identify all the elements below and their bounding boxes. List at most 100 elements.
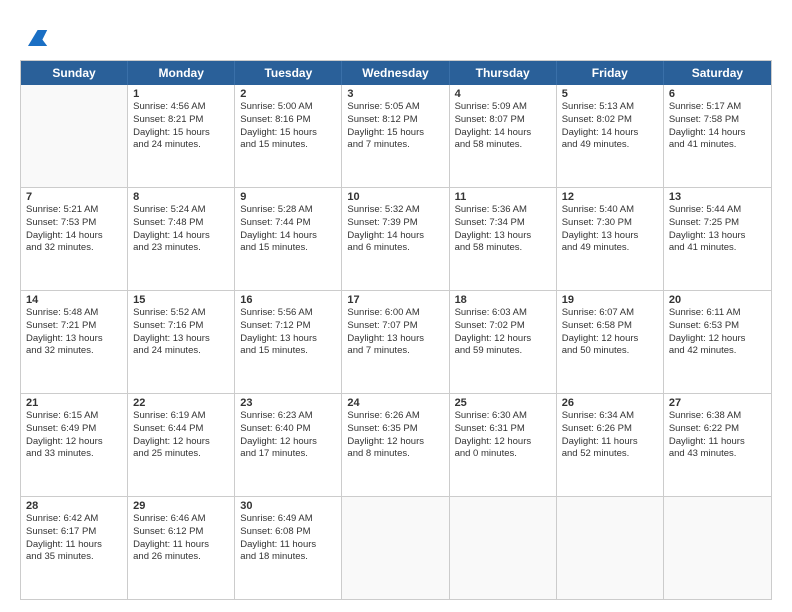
day-info: Sunrise: 6:42 AM Sunset: 6:17 PM Dayligh… xyxy=(26,513,122,564)
page: SundayMondayTuesdayWednesdayThursdayFrid… xyxy=(0,0,792,612)
logo-icon xyxy=(20,22,52,54)
day-number: 9 xyxy=(240,191,336,203)
day-info: Sunrise: 5:00 AM Sunset: 8:16 PM Dayligh… xyxy=(240,101,336,152)
day-info: Sunrise: 6:19 AM Sunset: 6:44 PM Dayligh… xyxy=(133,410,229,461)
cal-cell-24: 24Sunrise: 6:26 AM Sunset: 6:35 PM Dayli… xyxy=(342,394,449,496)
calendar: SundayMondayTuesdayWednesdayThursdayFrid… xyxy=(20,60,772,600)
day-number: 5 xyxy=(562,88,658,100)
day-number: 3 xyxy=(347,88,443,100)
day-number: 19 xyxy=(562,294,658,306)
cal-row-5: 28Sunrise: 6:42 AM Sunset: 6:17 PM Dayli… xyxy=(21,496,771,599)
day-number: 15 xyxy=(133,294,229,306)
day-info: Sunrise: 5:36 AM Sunset: 7:34 PM Dayligh… xyxy=(455,204,551,255)
day-info: Sunrise: 5:48 AM Sunset: 7:21 PM Dayligh… xyxy=(26,307,122,358)
cal-row-4: 21Sunrise: 6:15 AM Sunset: 6:49 PM Dayli… xyxy=(21,393,771,496)
cal-cell-22: 22Sunrise: 6:19 AM Sunset: 6:44 PM Dayli… xyxy=(128,394,235,496)
day-number: 20 xyxy=(669,294,766,306)
day-info: Sunrise: 5:40 AM Sunset: 7:30 PM Dayligh… xyxy=(562,204,658,255)
cal-row-3: 14Sunrise: 5:48 AM Sunset: 7:21 PM Dayli… xyxy=(21,290,771,393)
day-info: Sunrise: 5:44 AM Sunset: 7:25 PM Dayligh… xyxy=(669,204,766,255)
calendar-header: SundayMondayTuesdayWednesdayThursdayFrid… xyxy=(21,61,771,85)
day-number: 6 xyxy=(669,88,766,100)
cal-cell-20: 20Sunrise: 6:11 AM Sunset: 6:53 PM Dayli… xyxy=(664,291,771,393)
cal-cell-27: 27Sunrise: 6:38 AM Sunset: 6:22 PM Dayli… xyxy=(664,394,771,496)
logo xyxy=(20,22,56,54)
day-number: 11 xyxy=(455,191,551,203)
cal-cell-empty xyxy=(557,497,664,599)
cal-cell-23: 23Sunrise: 6:23 AM Sunset: 6:40 PM Dayli… xyxy=(235,394,342,496)
day-number: 12 xyxy=(562,191,658,203)
cal-cell-18: 18Sunrise: 6:03 AM Sunset: 7:02 PM Dayli… xyxy=(450,291,557,393)
day-info: Sunrise: 5:32 AM Sunset: 7:39 PM Dayligh… xyxy=(347,204,443,255)
cal-cell-6: 6Sunrise: 5:17 AM Sunset: 7:58 PM Daylig… xyxy=(664,85,771,187)
cal-cell-30: 30Sunrise: 6:49 AM Sunset: 6:08 PM Dayli… xyxy=(235,497,342,599)
cal-cell-7: 7Sunrise: 5:21 AM Sunset: 7:53 PM Daylig… xyxy=(21,188,128,290)
day-number: 26 xyxy=(562,397,658,409)
day-info: Sunrise: 4:56 AM Sunset: 8:21 PM Dayligh… xyxy=(133,101,229,152)
header-cell-friday: Friday xyxy=(557,61,664,85)
day-number: 7 xyxy=(26,191,122,203)
cal-cell-25: 25Sunrise: 6:30 AM Sunset: 6:31 PM Dayli… xyxy=(450,394,557,496)
day-number: 28 xyxy=(26,500,122,512)
header-cell-monday: Monday xyxy=(128,61,235,85)
day-info: Sunrise: 5:05 AM Sunset: 8:12 PM Dayligh… xyxy=(347,101,443,152)
day-info: Sunrise: 5:56 AM Sunset: 7:12 PM Dayligh… xyxy=(240,307,336,358)
day-number: 16 xyxy=(240,294,336,306)
cal-cell-empty xyxy=(21,85,128,187)
cal-cell-empty xyxy=(664,497,771,599)
day-number: 10 xyxy=(347,191,443,203)
day-info: Sunrise: 5:09 AM Sunset: 8:07 PM Dayligh… xyxy=(455,101,551,152)
cal-cell-empty xyxy=(450,497,557,599)
day-info: Sunrise: 5:52 AM Sunset: 7:16 PM Dayligh… xyxy=(133,307,229,358)
cal-cell-15: 15Sunrise: 5:52 AM Sunset: 7:16 PM Dayli… xyxy=(128,291,235,393)
header-cell-sunday: Sunday xyxy=(21,61,128,85)
cal-cell-26: 26Sunrise: 6:34 AM Sunset: 6:26 PM Dayli… xyxy=(557,394,664,496)
cal-cell-14: 14Sunrise: 5:48 AM Sunset: 7:21 PM Dayli… xyxy=(21,291,128,393)
cal-cell-29: 29Sunrise: 6:46 AM Sunset: 6:12 PM Dayli… xyxy=(128,497,235,599)
day-info: Sunrise: 6:34 AM Sunset: 6:26 PM Dayligh… xyxy=(562,410,658,461)
day-info: Sunrise: 6:03 AM Sunset: 7:02 PM Dayligh… xyxy=(455,307,551,358)
day-info: Sunrise: 6:15 AM Sunset: 6:49 PM Dayligh… xyxy=(26,410,122,461)
day-info: Sunrise: 6:46 AM Sunset: 6:12 PM Dayligh… xyxy=(133,513,229,564)
cal-cell-5: 5Sunrise: 5:13 AM Sunset: 8:02 PM Daylig… xyxy=(557,85,664,187)
day-number: 21 xyxy=(26,397,122,409)
day-info: Sunrise: 6:00 AM Sunset: 7:07 PM Dayligh… xyxy=(347,307,443,358)
day-info: Sunrise: 6:11 AM Sunset: 6:53 PM Dayligh… xyxy=(669,307,766,358)
header-cell-thursday: Thursday xyxy=(450,61,557,85)
cal-cell-16: 16Sunrise: 5:56 AM Sunset: 7:12 PM Dayli… xyxy=(235,291,342,393)
day-number: 23 xyxy=(240,397,336,409)
day-number: 2 xyxy=(240,88,336,100)
cal-cell-3: 3Sunrise: 5:05 AM Sunset: 8:12 PM Daylig… xyxy=(342,85,449,187)
day-info: Sunrise: 5:17 AM Sunset: 7:58 PM Dayligh… xyxy=(669,101,766,152)
day-number: 24 xyxy=(347,397,443,409)
cal-cell-8: 8Sunrise: 5:24 AM Sunset: 7:48 PM Daylig… xyxy=(128,188,235,290)
cal-cell-13: 13Sunrise: 5:44 AM Sunset: 7:25 PM Dayli… xyxy=(664,188,771,290)
cal-cell-empty xyxy=(342,497,449,599)
day-info: Sunrise: 5:13 AM Sunset: 8:02 PM Dayligh… xyxy=(562,101,658,152)
header xyxy=(20,18,772,54)
calendar-body: 1Sunrise: 4:56 AM Sunset: 8:21 PM Daylig… xyxy=(21,85,771,599)
cal-cell-11: 11Sunrise: 5:36 AM Sunset: 7:34 PM Dayli… xyxy=(450,188,557,290)
day-info: Sunrise: 5:24 AM Sunset: 7:48 PM Dayligh… xyxy=(133,204,229,255)
cal-cell-21: 21Sunrise: 6:15 AM Sunset: 6:49 PM Dayli… xyxy=(21,394,128,496)
day-info: Sunrise: 6:38 AM Sunset: 6:22 PM Dayligh… xyxy=(669,410,766,461)
cal-row-2: 7Sunrise: 5:21 AM Sunset: 7:53 PM Daylig… xyxy=(21,187,771,290)
cal-cell-28: 28Sunrise: 6:42 AM Sunset: 6:17 PM Dayli… xyxy=(21,497,128,599)
day-number: 8 xyxy=(133,191,229,203)
day-number: 14 xyxy=(26,294,122,306)
day-number: 1 xyxy=(133,88,229,100)
day-info: Sunrise: 6:30 AM Sunset: 6:31 PM Dayligh… xyxy=(455,410,551,461)
day-info: Sunrise: 6:23 AM Sunset: 6:40 PM Dayligh… xyxy=(240,410,336,461)
cal-cell-10: 10Sunrise: 5:32 AM Sunset: 7:39 PM Dayli… xyxy=(342,188,449,290)
cal-cell-1: 1Sunrise: 4:56 AM Sunset: 8:21 PM Daylig… xyxy=(128,85,235,187)
day-number: 30 xyxy=(240,500,336,512)
day-info: Sunrise: 5:28 AM Sunset: 7:44 PM Dayligh… xyxy=(240,204,336,255)
cal-cell-9: 9Sunrise: 5:28 AM Sunset: 7:44 PM Daylig… xyxy=(235,188,342,290)
day-number: 13 xyxy=(669,191,766,203)
header-cell-tuesday: Tuesday xyxy=(235,61,342,85)
day-number: 29 xyxy=(133,500,229,512)
day-info: Sunrise: 6:49 AM Sunset: 6:08 PM Dayligh… xyxy=(240,513,336,564)
day-number: 17 xyxy=(347,294,443,306)
cal-cell-12: 12Sunrise: 5:40 AM Sunset: 7:30 PM Dayli… xyxy=(557,188,664,290)
cal-cell-19: 19Sunrise: 6:07 AM Sunset: 6:58 PM Dayli… xyxy=(557,291,664,393)
